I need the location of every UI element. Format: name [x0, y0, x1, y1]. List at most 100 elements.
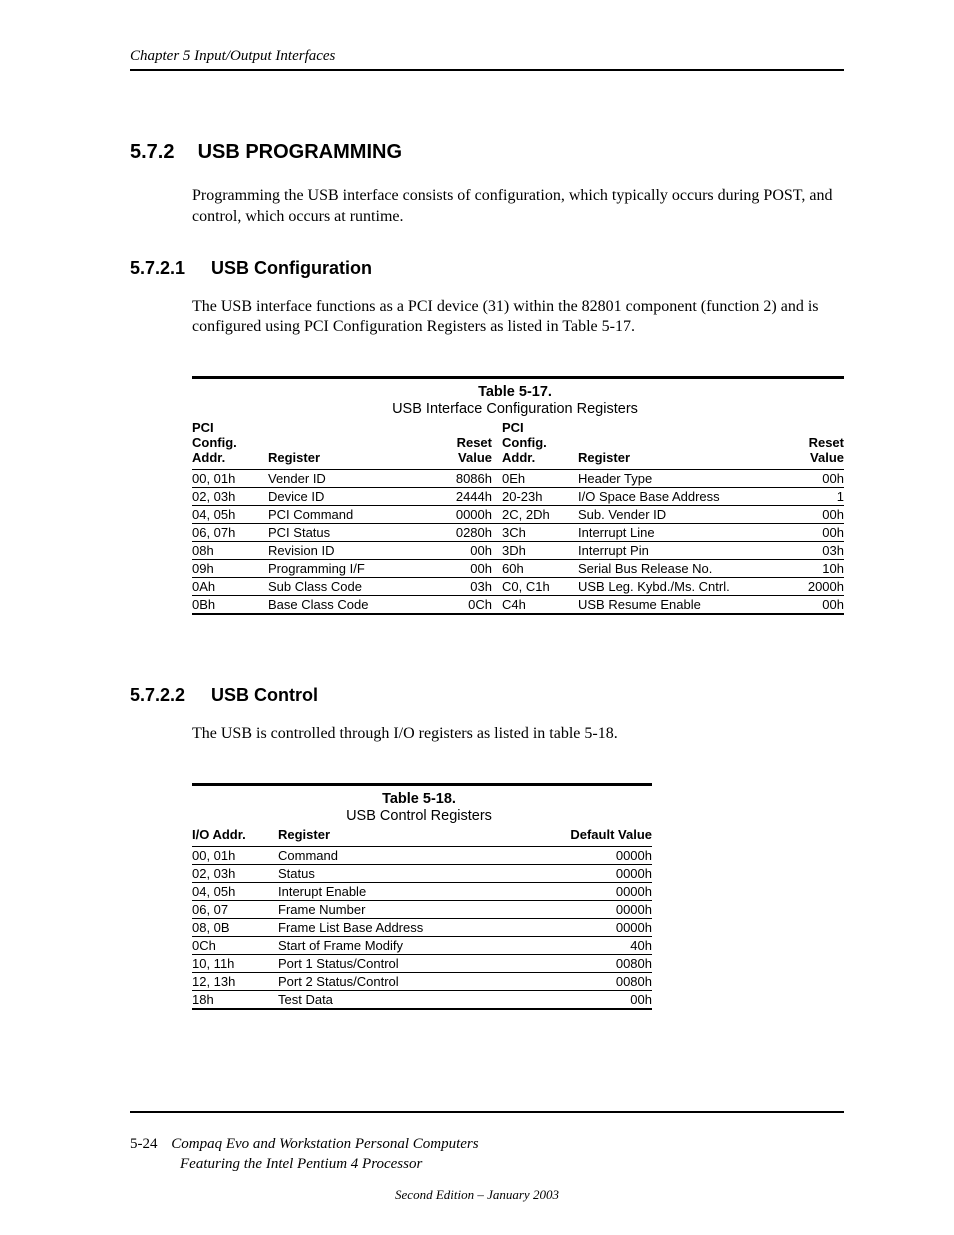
- table-cell: 3Dh: [492, 542, 578, 560]
- table-cell: 00h: [786, 524, 844, 542]
- table-cell: 0Ch: [434, 596, 492, 615]
- col-header: Register: [578, 418, 786, 469]
- table-cell: Status: [278, 864, 542, 882]
- table-row: 18hTest Data00h: [192, 990, 652, 1009]
- table-cell: 06, 07: [192, 900, 278, 918]
- paragraph: Programming the USB interface consists o…: [192, 186, 844, 228]
- table-row: 06, 07hPCI Status0280h3ChInterrupt Line0…: [192, 524, 844, 542]
- heading-text: USB Control: [211, 685, 318, 705]
- table-cell: 60h: [492, 560, 578, 578]
- table-cell: 04, 05h: [192, 506, 268, 524]
- table-cell: 09h: [192, 560, 268, 578]
- table-cell: 00, 01h: [192, 846, 278, 864]
- table-cell: 0000h: [542, 882, 652, 900]
- table-row: 0ChStart of Frame Modify40h: [192, 936, 652, 954]
- table-cell: 03h: [786, 542, 844, 560]
- table-cell: Interupt Enable: [278, 882, 542, 900]
- table-cell: USB Resume Enable: [578, 596, 786, 615]
- heading-5-7-2: 5.7.2 USB PROGRAMMING: [130, 141, 844, 164]
- table-cell: 3Ch: [492, 524, 578, 542]
- table-cell: 00h: [542, 990, 652, 1009]
- table-cell: 00h: [786, 470, 844, 488]
- table-cell: 04, 05h: [192, 882, 278, 900]
- heading-text: USB PROGRAMMING: [198, 141, 402, 163]
- footer-rule: [130, 1111, 844, 1113]
- table-cell: I/O Space Base Address: [578, 488, 786, 506]
- table-cell: 8086h: [434, 470, 492, 488]
- table-cell: Base Class Code: [268, 596, 434, 615]
- table-cell: Header Type: [578, 470, 786, 488]
- table-cell: 06, 07h: [192, 524, 268, 542]
- table-cell: Interrupt Pin: [578, 542, 786, 560]
- paragraph: The USB is controlled through I/O regist…: [192, 724, 844, 745]
- footer-line-1: 5-24 Compaq Evo and Workstation Personal…: [130, 1136, 479, 1153]
- table-row: 00, 01hCommand0000h: [192, 846, 652, 864]
- table-row: 04, 05hInterupt Enable0000h: [192, 882, 652, 900]
- table-cell: Test Data: [278, 990, 542, 1009]
- table-header-row: PCIConfig.Addr. Register ResetValue PCIC…: [192, 418, 844, 469]
- table-cell: 0080h: [542, 954, 652, 972]
- table-cell: 2C, 2Dh: [492, 506, 578, 524]
- table-cell: 2444h: [434, 488, 492, 506]
- table-cell: 0Bh: [192, 596, 268, 615]
- table-label: Table 5-17.: [192, 383, 838, 401]
- table-cell: Frame List Base Address: [278, 918, 542, 936]
- table-cell: 0Ch: [192, 936, 278, 954]
- paragraph: The USB interface functions as a PCI dev…: [192, 297, 844, 339]
- table-row: 04, 05hPCI Command0000h2C, 2DhSub. Vende…: [192, 506, 844, 524]
- table-cell: 08h: [192, 542, 268, 560]
- col-header: Register: [278, 825, 542, 846]
- table-header-row: I/O Addr. Register Default Value: [192, 825, 652, 846]
- table-cell: 0280h: [434, 524, 492, 542]
- heading-5-7-2-2: 5.7.2.2 USB Control: [130, 685, 844, 706]
- table-cell: C0, C1h: [492, 578, 578, 596]
- table-cell: 40h: [542, 936, 652, 954]
- table-cell: 00, 01h: [192, 470, 268, 488]
- table-cell: Vender ID: [268, 470, 434, 488]
- table-row: 09hProgramming I/F00h60hSerial Bus Relea…: [192, 560, 844, 578]
- table-label: Table 5-18.: [192, 790, 646, 808]
- table-cell: 0080h: [542, 972, 652, 990]
- table-row: 00, 01hVender ID8086h0EhHeader Type00h: [192, 470, 844, 488]
- heading-number: 5.7.2.2: [130, 685, 206, 706]
- footer-line-2: Featuring the Intel Pentium 4 Processor: [180, 1156, 422, 1173]
- table-cell: 03h: [434, 578, 492, 596]
- table-cell: PCI Status: [268, 524, 434, 542]
- table-cell: 02, 03h: [192, 864, 278, 882]
- table-cell: Port 2 Status/Control: [278, 972, 542, 990]
- table-cell: 0Eh: [492, 470, 578, 488]
- col-header: ResetValue: [786, 418, 844, 469]
- table-cell: 0000h: [542, 918, 652, 936]
- footer-title: Compaq Evo and Workstation Personal Comp…: [171, 1136, 478, 1152]
- table-cell: 0000h: [434, 506, 492, 524]
- col-header: Register: [268, 418, 434, 469]
- table-cell: Interrupt Line: [578, 524, 786, 542]
- table-row: 10, 11hPort 1 Status/Control0080h: [192, 954, 652, 972]
- page: Chapter 5 Input/Output Interfaces 5.7.2 …: [0, 0, 954, 1235]
- page-number: 5-24: [130, 1136, 158, 1152]
- table-row: 08hRevision ID00h3DhInterrupt Pin03h: [192, 542, 844, 560]
- table-row: 08, 0BFrame List Base Address0000h: [192, 918, 652, 936]
- heading-number: 5.7.2.1: [130, 258, 206, 279]
- table-cell: 0000h: [542, 846, 652, 864]
- table-cell: 10h: [786, 560, 844, 578]
- table-cell: 00h: [786, 596, 844, 615]
- table-cell: Programming I/F: [268, 560, 434, 578]
- heading-5-7-2-1: 5.7.2.1 USB Configuration: [130, 258, 844, 279]
- running-header: Chapter 5 Input/Output Interfaces: [130, 48, 844, 71]
- table-row: 02, 03hStatus0000h: [192, 864, 652, 882]
- table-cell: 0000h: [542, 900, 652, 918]
- table-cell: 00h: [434, 560, 492, 578]
- table-cell: Revision ID: [268, 542, 434, 560]
- table-cell: Sub Class Code: [268, 578, 434, 596]
- table-cell: 02, 03h: [192, 488, 268, 506]
- table-caption: USB Interface Configuration Registers: [192, 401, 838, 417]
- table-cell: USB Leg. Kybd./Ms. Cntrl.: [578, 578, 786, 596]
- table-cell: 10, 11h: [192, 954, 278, 972]
- table-cell: 20-23h: [492, 488, 578, 506]
- heading-text: USB Configuration: [211, 258, 372, 278]
- table-cell: 0000h: [542, 864, 652, 882]
- table-cell: 0Ah: [192, 578, 268, 596]
- table-row: 06, 07Frame Number0000h: [192, 900, 652, 918]
- table-cell: PCI Command: [268, 506, 434, 524]
